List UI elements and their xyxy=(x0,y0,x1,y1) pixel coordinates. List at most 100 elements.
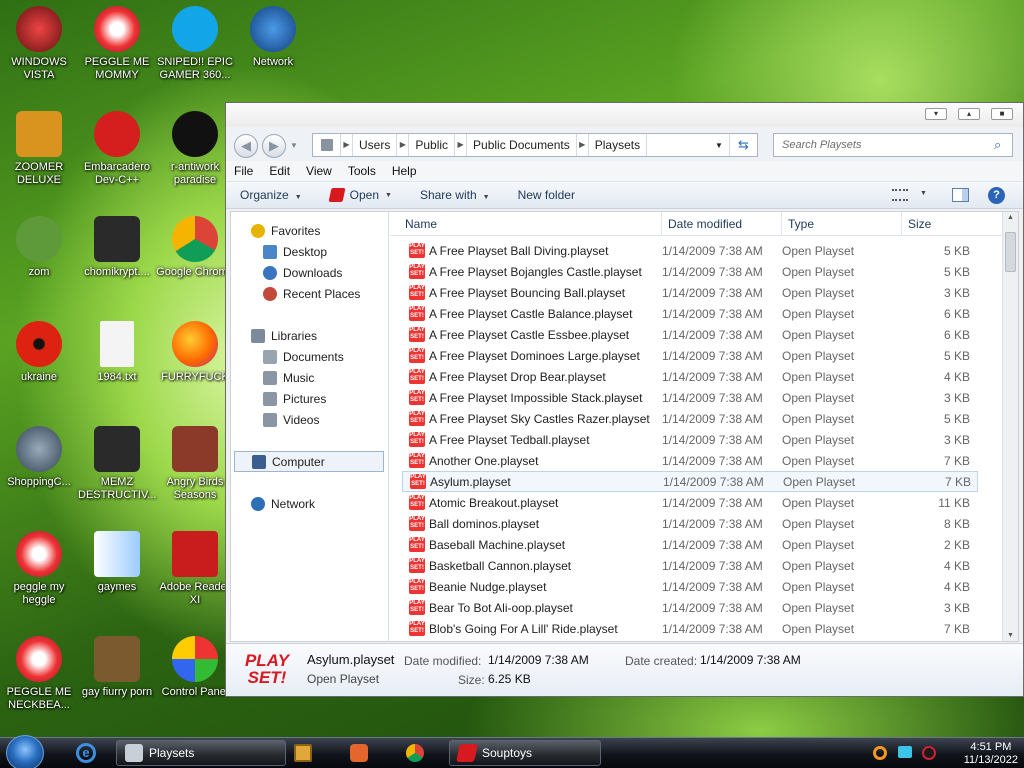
desktop-icon-0[interactable]: WINDOWS VISTA xyxy=(0,6,78,82)
address-dropdown-icon[interactable]: ▼ xyxy=(709,141,729,150)
file-row[interactable]: PLAY SET! A Free Playset Castle Balance.pl… xyxy=(390,303,1002,324)
start-button[interactable] xyxy=(6,735,44,768)
file-row[interactable]: PLAY SET! Baseball Machine.playset 1/14/200… xyxy=(390,534,1002,555)
file-row[interactable]: PLAY SET! Asylum.playset 1/14/2009 7:38 AM O… xyxy=(402,471,978,492)
refresh-icon[interactable]: ⇆ xyxy=(729,134,757,156)
file-row[interactable]: PLAY SET! A Free Playset Drop Bear.playset… xyxy=(390,366,1002,387)
desktop-icon-15[interactable]: Angry Birds Seasons xyxy=(156,426,234,502)
desktop-icon-4[interactable]: ZOOMER DELUXE xyxy=(0,111,78,187)
file-row[interactable]: PLAY SET! A Free Playset Impossible Stack.… xyxy=(390,387,1002,408)
preview-pane-icon[interactable] xyxy=(952,188,969,202)
breadcrumb-public[interactable]: Public xyxy=(409,134,456,156)
nav-favorites[interactable]: Favorites xyxy=(231,220,388,241)
desktop-icon-7[interactable]: zom xyxy=(0,216,78,279)
media-player-icon[interactable] xyxy=(294,744,312,762)
search-icon[interactable]: ⌕ xyxy=(994,137,1001,153)
volume-tray-icon[interactable] xyxy=(922,746,936,760)
desktop-icon-5[interactable]: Embarcadero Dev-C++ xyxy=(78,111,156,187)
menu-file[interactable]: File xyxy=(234,164,253,178)
view-options-icon[interactable] xyxy=(892,189,908,201)
file-row[interactable]: PLAY SET! A Free Playset Ball Diving.plays… xyxy=(390,240,1002,261)
file-row[interactable]: PLAY SET! Bear To Bot Ali-oop.playset 1/14/… xyxy=(390,597,1002,618)
chrome-icon[interactable] xyxy=(406,744,424,762)
chevron-right-icon[interactable]: ▶ xyxy=(397,134,410,156)
desktop-icon-17[interactable]: gaymes xyxy=(78,531,156,594)
share-with-button[interactable]: Share with ▼ xyxy=(420,188,490,202)
nav-recent-places[interactable]: Recent Places xyxy=(231,283,388,304)
minimize-button[interactable]: ▾ xyxy=(925,108,947,120)
desktop-icon-21[interactable]: Control Panel xyxy=(156,636,234,699)
file-row[interactable]: PLAY SET! Atomic Breakout.playset 1/14/2009… xyxy=(390,492,1002,513)
breadcrumb-public-documents[interactable]: Public Documents xyxy=(467,134,577,156)
nav-desktop[interactable]: Desktop xyxy=(231,241,388,262)
desktop-icon-16[interactable]: peggle my heggle xyxy=(0,531,78,607)
nav-libraries[interactable]: Libraries xyxy=(231,325,388,346)
desktop-icon-18[interactable]: Adobe Reader XI xyxy=(156,531,234,607)
nav-documents[interactable]: Documents xyxy=(231,346,388,367)
app-icon[interactable] xyxy=(350,744,368,762)
desktop-icon-12[interactable]: FURRYFUCK xyxy=(156,321,234,384)
desktop-icon-3[interactable]: Network xyxy=(234,6,312,69)
nav-pictures[interactable]: Pictures xyxy=(231,388,388,409)
desktop-icon-8[interactable]: chomikrypt.... xyxy=(78,216,156,279)
column-header-name[interactable]: Name xyxy=(390,211,662,236)
file-row[interactable]: PLAY SET! Another One.playset 1/14/2009 7:3… xyxy=(390,450,1002,471)
nav-computer[interactable]: Computer xyxy=(234,451,384,472)
scrollbar-thumb[interactable] xyxy=(1005,232,1016,272)
file-row[interactable]: PLAY SET! Blob's Going For A Lill' Ride.pl… xyxy=(390,618,1002,639)
column-header-date[interactable]: Date modified xyxy=(662,211,782,236)
open-button[interactable]: Open ▼ xyxy=(328,188,392,202)
chevron-right-icon[interactable]: ▶ xyxy=(341,134,353,156)
nav-music[interactable]: Music xyxy=(231,367,388,388)
forward-button[interactable]: ▶ xyxy=(262,134,286,158)
file-row[interactable]: PLAY SET! A Free Playset Sky Castles Razer… xyxy=(390,408,1002,429)
desktop-icon-9[interactable]: Google Chrome xyxy=(156,216,234,279)
chevron-right-icon[interactable]: ▶ xyxy=(455,134,468,156)
breadcrumb-users[interactable]: Users xyxy=(353,134,398,156)
file-row[interactable]: PLAY SET! Basketball Cannon.playset 1/14/20… xyxy=(390,555,1002,576)
taskbar-playsets-button[interactable]: Playsets xyxy=(116,740,286,766)
file-row[interactable]: PLAY SET! A Free Playset Castle Essbee.pla… xyxy=(390,324,1002,345)
file-row[interactable]: PLAY SET! A Free Playset Bouncing Ball.pla… xyxy=(390,282,1002,303)
column-header-type[interactable]: Type xyxy=(782,211,902,236)
desktop-icon-20[interactable]: gay fiurry porn xyxy=(78,636,156,699)
breadcrumb-playsets[interactable]: Playsets xyxy=(589,134,648,156)
scroll-down-icon[interactable]: ▼ xyxy=(1003,632,1018,639)
file-row[interactable]: PLAY SET! Beanie Nudge.playset 1/14/2009 7:… xyxy=(390,576,1002,597)
organize-button[interactable]: Organize ▼ xyxy=(240,188,302,202)
search-tray-icon[interactable] xyxy=(873,746,887,760)
desktop-icon-10[interactable]: ukraine xyxy=(0,321,78,384)
monitor-tray-icon[interactable] xyxy=(898,746,912,758)
file-row[interactable]: PLAY SET! A Free Playset Tedball.playset 1/… xyxy=(390,429,1002,450)
file-row[interactable]: PLAY SET! A Free Playset Bojangles Castle.… xyxy=(390,261,1002,282)
desktop-icon-1[interactable]: PEGGLE ME MOMMY xyxy=(78,6,156,82)
column-header-size[interactable]: Size xyxy=(902,212,974,236)
file-row[interactable]: PLAY SET! A Free Playset Dominoes Large.pl… xyxy=(390,345,1002,366)
clock[interactable]: 4:51 PM 11/13/2022 xyxy=(964,741,1018,767)
menu-help[interactable]: Help xyxy=(392,164,417,178)
desktop-icon-13[interactable]: ShoppingC... xyxy=(0,426,78,489)
chevron-down-icon[interactable]: ▼ xyxy=(920,190,927,197)
close-button[interactable]: ■ xyxy=(991,108,1013,120)
vertical-scrollbar[interactable]: ▲ ▼ xyxy=(1002,212,1018,641)
address-bar[interactable]: ▶ Users ▶ Public ▶ Public Documents ▶ Pl… xyxy=(312,133,758,157)
desktop-icon-14[interactable]: MEMZ DESTRUCTIV... xyxy=(78,426,156,502)
menu-view[interactable]: View xyxy=(306,164,332,178)
back-button[interactable]: ◀ xyxy=(234,134,258,158)
chevron-right-icon[interactable]: ▶ xyxy=(577,134,589,156)
scroll-up-icon[interactable]: ▲ xyxy=(1003,214,1018,221)
menu-tools[interactable]: Tools xyxy=(348,164,376,178)
file-row[interactable]: PLAY SET! Ball dominos.playset 1/14/2009 7:… xyxy=(390,513,1002,534)
desktop-icon-19[interactable]: PEGGLE ME NECKBEA... xyxy=(0,636,78,712)
recent-pages-dropdown[interactable]: ▼ xyxy=(290,141,298,150)
search-input[interactable]: Search Playsets xyxy=(773,133,1013,157)
internet-explorer-icon[interactable]: e xyxy=(76,743,96,763)
new-folder-button[interactable]: New folder xyxy=(518,188,575,202)
nav-network[interactable]: Network xyxy=(231,493,388,514)
desktop-icon-11[interactable]: 1984.txt xyxy=(78,321,156,384)
maximize-button[interactable]: ▴ xyxy=(958,108,980,120)
menu-edit[interactable]: Edit xyxy=(269,164,290,178)
taskbar-souptoys-button[interactable]: Souptoys xyxy=(449,740,601,766)
desktop-icon-2[interactable]: SNIPED!! EPIC GAMER 360... xyxy=(156,6,234,82)
help-icon[interactable]: ? xyxy=(988,187,1005,204)
